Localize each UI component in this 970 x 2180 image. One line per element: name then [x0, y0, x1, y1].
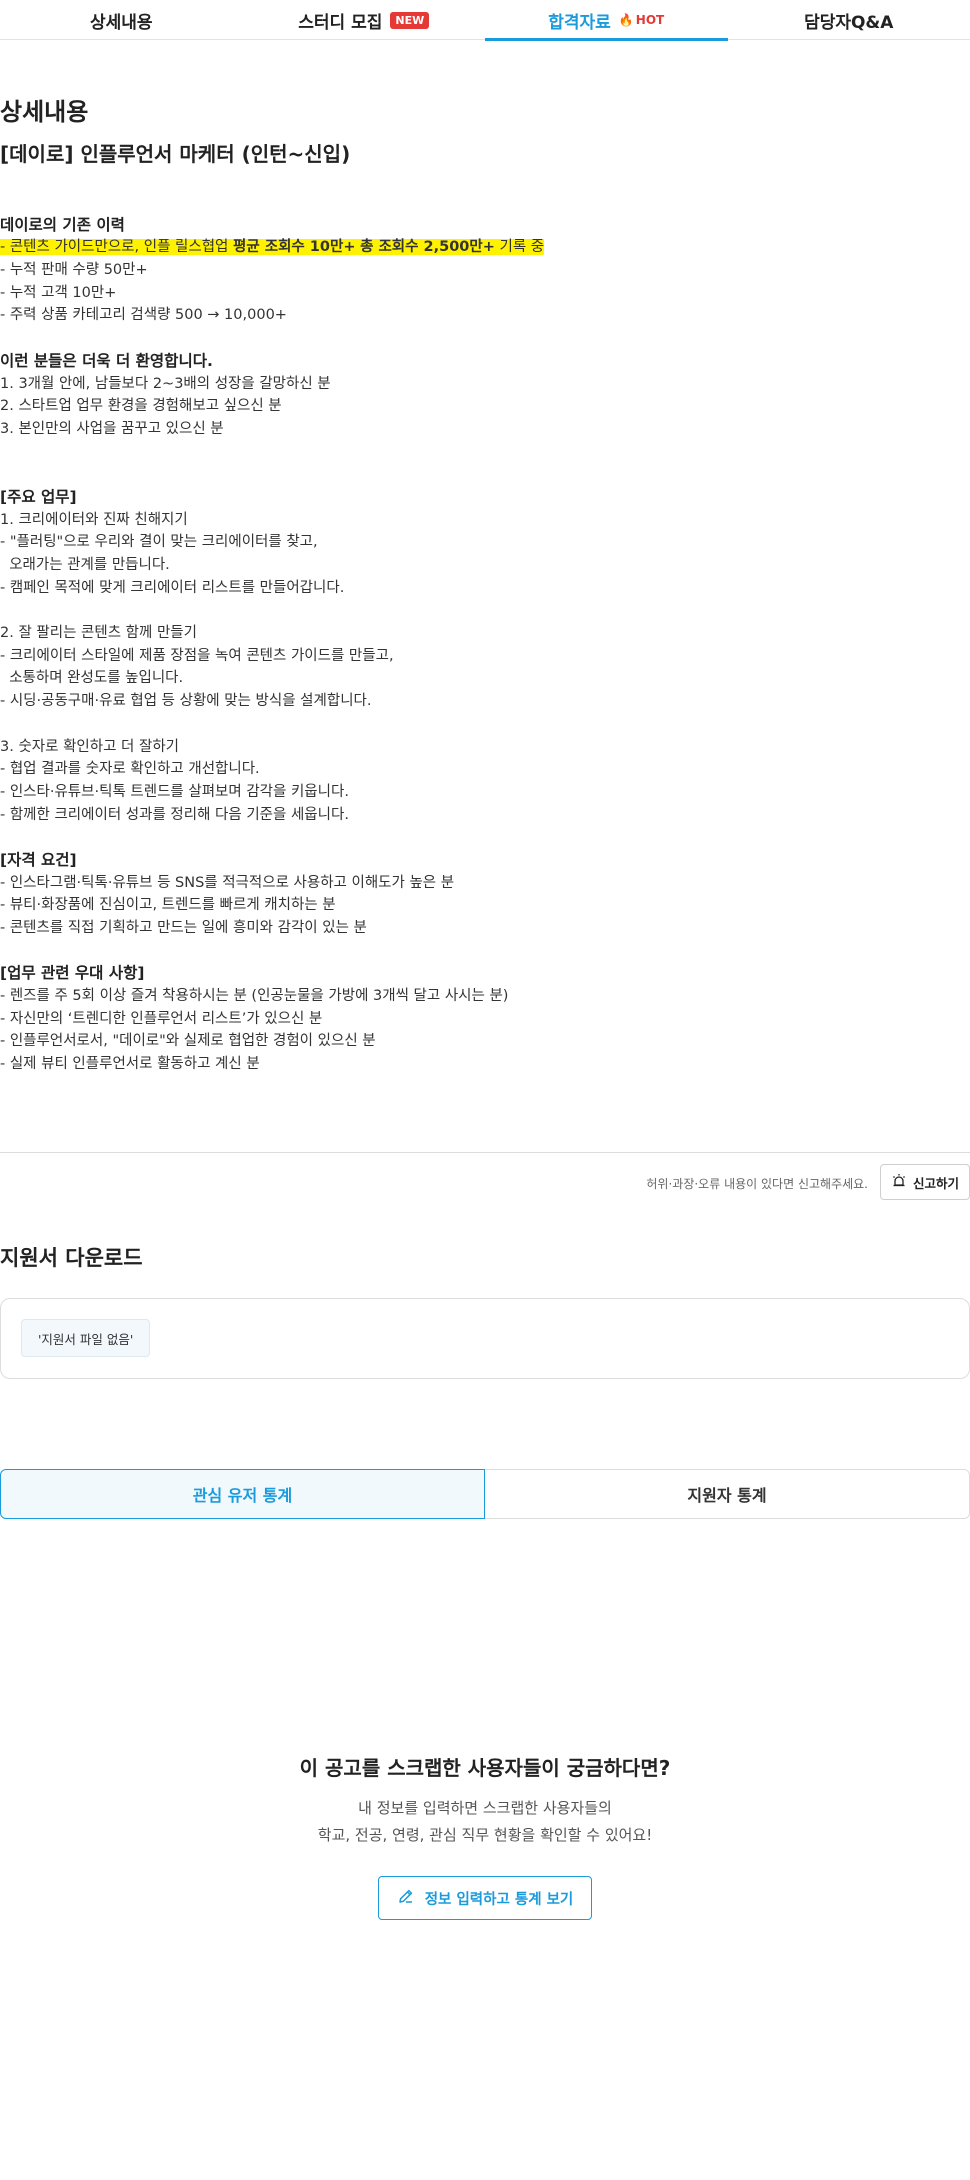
- description-line: 소통하며 완성도를 높입니다.: [0, 670, 184, 687]
- description-line: - 누적 판매 수량 50만+: [0, 262, 148, 279]
- enter-info-button[interactable]: 정보 입력하고 통계 보기: [378, 1876, 592, 1920]
- description-line: - 자신만의 ‘트렌디한 인플루언서 리스트’가 있으신 분: [0, 1010, 323, 1027]
- tab-pass-materials[interactable]: 합격자료 🔥 HOT: [485, 0, 728, 41]
- interest-user-stats-tab[interactable]: 관심 유저 통계: [0, 1469, 485, 1519]
- cta-desc-line: 내 정보를 입력하면 스크랩한 사용자들의: [358, 1799, 612, 1817]
- cta-title: 이 공고를 스크랩한 사용자들이 궁금하다면?: [299, 1756, 671, 1780]
- tab-manager-qa[interactable]: 담당자Q&A: [728, 0, 970, 40]
- tab-study[interactable]: 스터디 모집 NEW: [243, 0, 486, 40]
- tab-detail[interactable]: 상세내용: [0, 0, 243, 40]
- description-line: [0, 191, 970, 214]
- description-heading: 이런 분들은 더욱 더 환영합니다.: [0, 351, 213, 370]
- highlight-part: - 콘텐츠 가이드만으로, 인플 릴스협업: [0, 239, 233, 256]
- description-line: - "플러팅"으로 우리와 결이 맞는 크리에이터를 찾고,: [0, 534, 318, 551]
- description-line: [0, 713, 970, 736]
- description-line: - 캠페인 목적에 맞게 크리에이터 리스트를 만들어갑니다.: [0, 579, 345, 596]
- tab-pass-materials-label: 합격자료: [548, 12, 611, 33]
- tab-bar: 상세내용 스터디 모집 NEW 합격자료 🔥 HOT 담당자Q&A: [0, 0, 970, 41]
- siren-icon: [891, 1173, 907, 1192]
- highlight-part: 기록 중: [494, 239, 545, 256]
- description-line: 3. 본인만의 사업을 꿈꾸고 있으신 분: [0, 420, 224, 437]
- stats-toggle: 관심 유저 통계 지원자 통계: [0, 1469, 970, 1519]
- flame-icon: 🔥: [618, 13, 634, 27]
- description-heading: [주요 업무]: [0, 487, 77, 506]
- description-heading: [업무 관련 우대 사항]: [0, 964, 145, 983]
- cta-description: 내 정보를 입력하면 스크랩한 사용자들의 학교, 전공, 연령, 관심 직무 …: [0, 1795, 970, 1849]
- description-line: - 크리에이터 스타일에 제품 장점을 녹여 콘텐츠 가이드를 만들고,: [0, 647, 394, 664]
- no-file-chip: '지원서 파일 없음': [21, 1319, 151, 1357]
- report-button[interactable]: 신고하기: [880, 1164, 970, 1200]
- detail-section: 상세내용 [데이로] 인플루언서 마케터 (인턴~신입) 데이로의 기존 이력 -…: [0, 93, 970, 1076]
- cta-desc-line: 학교, 전공, 연령, 관심 직무 현황을 확인할 수 있어요!: [317, 1826, 653, 1844]
- description-line: - 시딩·공동구매·유료 협업 등 상황에 맞는 방식을 설계합니다.: [0, 693, 372, 710]
- highlighted-text: - 콘텐츠 가이드만으로, 인플 릴스협업 평균 조회수 10만+ 총 조회수 …: [0, 239, 545, 256]
- highlight-strong: 평균 조회수 10만+: [233, 239, 356, 256]
- description-line: - 주력 상품 카테고리 검색량 500 → 10,000+: [0, 307, 287, 324]
- section-title: 상세내용: [0, 98, 89, 126]
- description-line: - 뷰티·화장품에 진심이고, 트렌드를 빠르게 캐치하는 분: [0, 897, 336, 914]
- highlight-strong: 총 조회수 2,500만+: [360, 239, 495, 256]
- download-box: '지원서 파일 없음': [0, 1298, 970, 1379]
- job-title: [데이로] 인플루언서 마케터 (인턴~신입): [0, 142, 351, 166]
- description-line: - 함께한 크리에이터 성과를 정리해 다음 기준을 세웁니다.: [0, 806, 349, 823]
- tab-detail-label: 상세내용: [89, 12, 153, 33]
- enter-info-button-label: 정보 입력하고 통계 보기: [424, 1891, 574, 1908]
- description-line: [0, 940, 970, 963]
- description-line: 오래가는 관계를 만듭니다.: [0, 557, 170, 573]
- hot-badge-label: HOT: [635, 13, 665, 27]
- description-line: - 협업 결과를 숫자로 확인하고 개선합니다.: [0, 761, 260, 778]
- description-line: - 인스타그램·틱톡·유튜브 등 SNS를 적극적으로 사용하고 이해도가 높은…: [0, 874, 455, 891]
- applicant-stats-tab[interactable]: 지원자 통계: [485, 1469, 970, 1519]
- description-line: [0, 441, 970, 464]
- description-line: 1. 크리에이터와 진짜 친해지기: [0, 511, 188, 528]
- description-line: 3. 숫자로 확인하고 더 잘하기: [0, 738, 180, 755]
- description-line: [0, 463, 970, 486]
- description-line: - 콘텐츠를 직접 기획하고 만드는 일에 흥미와 감각이 있는 분: [0, 920, 367, 936]
- description-line: - 누적 고객 10만+: [0, 284, 117, 301]
- report-button-label: 신고하기: [912, 1175, 959, 1191]
- report-note: 허위·과장·오류 내용이 있다면 신고해주세요.: [646, 1177, 868, 1191]
- description-line: 1. 3개월 안에, 남들보다 2~3배의 성장을 갈망하신 분: [0, 375, 331, 392]
- divider: [0, 1152, 970, 1153]
- description-line: - 실제 뷰티 인플루언서로 활동하고 계신 분: [0, 1056, 260, 1073]
- description-line: [0, 327, 970, 350]
- description-heading: 데이로의 기존 이력: [0, 215, 125, 234]
- description-line: [0, 826, 970, 849]
- description-line: - 인스타·유튜브·틱톡 트렌드를 살펴보며 감각을 키웁니다.: [0, 783, 349, 800]
- hot-badge: 🔥 HOT: [619, 13, 664, 27]
- description-line: 2. 잘 팔리는 콘텐츠 함께 만들기: [0, 625, 197, 642]
- tab-manager-qa-label: 담당자Q&A: [804, 12, 894, 33]
- description-line: - 콘텐츠 가이드만으로, 인플 릴스협업 평균 조회수 10만+ 총 조회수 …: [0, 236, 970, 259]
- pencil-icon: [397, 1887, 415, 1909]
- job-description: 데이로의 기존 이력 - 콘텐츠 가이드만으로, 인플 릴스협업 평균 조회수 1…: [0, 191, 970, 1076]
- download-title: 지원서 다운로드: [0, 1246, 143, 1270]
- description-line: 2. 스타트업 업무 환경을 경험해보고 싶으신 분: [0, 398, 282, 415]
- new-badge: NEW: [390, 11, 430, 29]
- tab-study-label: 스터디 모집: [298, 12, 383, 33]
- description-line: - 인플루언서로서, "데이로"와 실제로 협업한 경험이 있으신 분: [0, 1033, 376, 1050]
- description-heading: [자격 요건]: [0, 850, 77, 869]
- description-line: - 렌즈를 주 5회 이상 즐겨 착용하시는 분 (인공눈물을 가방에 3개씩 …: [0, 988, 509, 1005]
- description-line: [0, 599, 970, 622]
